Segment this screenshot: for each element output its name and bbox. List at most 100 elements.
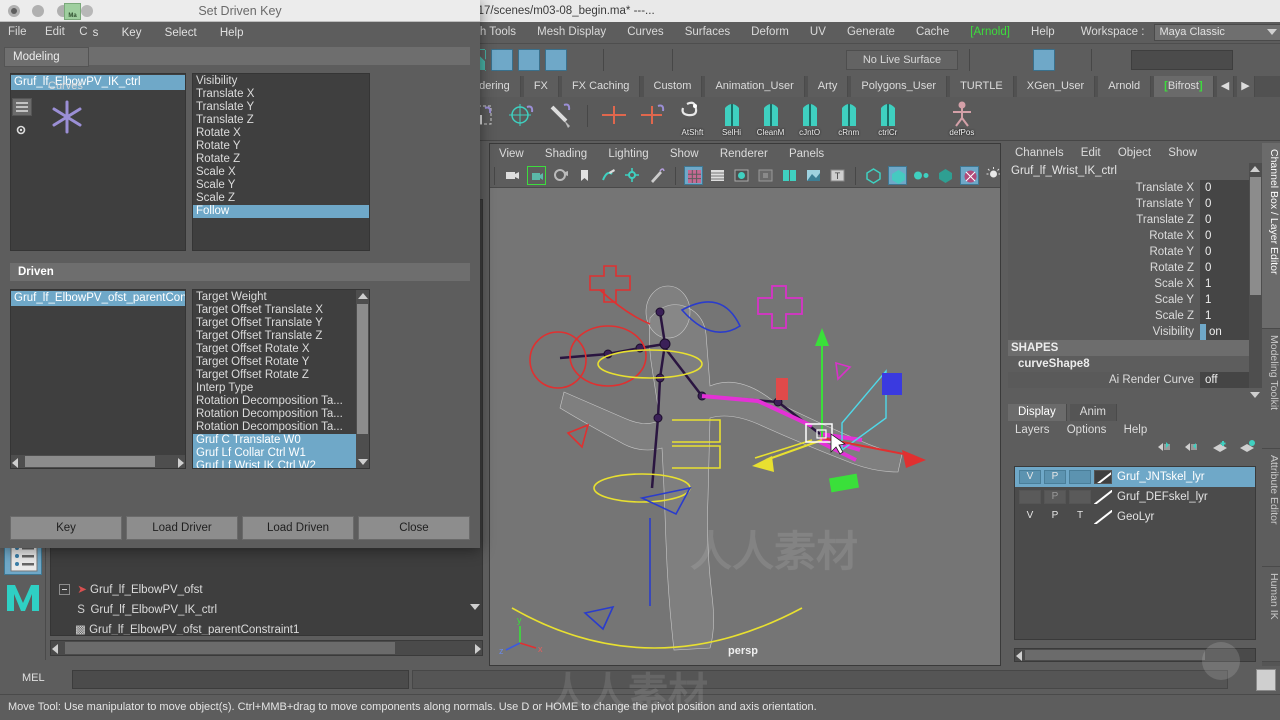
- shelf-button-cjnto[interactable]: cJntO: [793, 98, 827, 138]
- extra-window-icon[interactable]: [81, 5, 94, 17]
- menu-cache[interactable]: Cache: [907, 22, 958, 43]
- driven-attribute-list[interactable]: Target Weight Target Offset Translate X …: [192, 289, 370, 469]
- tab-display[interactable]: Display: [1008, 404, 1067, 421]
- numeric-input-field[interactable]: [1130, 50, 1233, 70]
- layer-row-1[interactable]: P Gruf_DEFskel_lyr: [1015, 487, 1255, 507]
- driver-attr-item[interactable]: Scale Y: [193, 179, 369, 192]
- two-d-pan-zoom-icon[interactable]: [623, 166, 642, 185]
- scroll-up-icon[interactable]: [356, 290, 369, 302]
- play-blast-icon[interactable]: [1202, 642, 1240, 680]
- outliner-row-2[interactable]: ▩ Gruf_lf_ElbowPV_ofst_parentConstraint1: [51, 620, 482, 635]
- scroll-down-icon[interactable]: [356, 456, 369, 468]
- shaded-textured-icon[interactable]: [780, 166, 799, 185]
- texture-display-icon[interactable]: [804, 166, 823, 185]
- scroll-left-icon[interactable]: [52, 642, 58, 656]
- layer-playback-toggle[interactable]: P: [1044, 470, 1066, 484]
- layer-type-toggle[interactable]: T: [1069, 510, 1091, 524]
- layer-row-0[interactable]: V P Gruf_JNTskel_lyr: [1015, 467, 1255, 487]
- menu-uv[interactable]: UV: [801, 22, 835, 43]
- shelf-tab-turtle[interactable]: TURTLE: [950, 76, 1014, 97]
- shelf-tab-animation-user[interactable]: Animation_User: [705, 76, 805, 97]
- menu-generate[interactable]: Generate: [838, 22, 904, 43]
- tab-anim[interactable]: Anim: [1069, 404, 1117, 421]
- xray-joints-icon[interactable]: [912, 166, 931, 185]
- driven-attr-vscrollbar[interactable]: [356, 290, 369, 468]
- shape-channel-row[interactable]: Ai Render Curve off: [1008, 372, 1262, 388]
- select-camera-icon[interactable]: [503, 166, 522, 185]
- layer-color-swatch[interactable]: [1094, 470, 1112, 484]
- paint-curve-icon[interactable]: [544, 98, 578, 138]
- select-by-hierarchy-icon[interactable]: [491, 49, 514, 71]
- shelf-tab-bifrost[interactable]: [Bifrost]: [1154, 76, 1214, 97]
- layer-type-toggle[interactable]: [1069, 490, 1091, 504]
- shelf-tab-polygons-user[interactable]: Polygons_User: [851, 76, 948, 97]
- mel-output-field[interactable]: [412, 670, 1228, 689]
- driven-node-hscrollbar[interactable]: [11, 455, 185, 468]
- channel-box-menu-object[interactable]: Object: [1111, 143, 1158, 163]
- select-by-component-icon[interactable]: [545, 49, 568, 71]
- outliner-row-1[interactable]: S Gruf_lf_ElbowPV_IK_ctrl: [51, 600, 482, 620]
- channel-row[interactable]: Rotate Z0: [1008, 260, 1262, 276]
- use-default-material-icon[interactable]: [756, 166, 775, 185]
- xray-display-icon[interactable]: [888, 166, 908, 185]
- driven-attr-item[interactable]: Rotation Decomposition Ta...: [193, 421, 356, 434]
- outliner-row-0[interactable]: ➤ Gruf_lf_ElbowPV_ofst: [51, 580, 482, 600]
- driven-attr-item[interactable]: Target Offset Rotate Z: [193, 369, 356, 382]
- camera-attributes-icon[interactable]: [527, 166, 547, 185]
- driver-attr-item[interactable]: Translate Y: [193, 101, 369, 114]
- render-view-icon[interactable]: [1101, 49, 1123, 71]
- construction-history-icon[interactable]: [1033, 49, 1056, 71]
- tab-human-ik[interactable]: Human IK: [1262, 567, 1280, 662]
- scroll-right-icon[interactable]: [475, 642, 481, 656]
- channel-row[interactable]: Scale Z1: [1008, 308, 1262, 324]
- scroll-up-icon[interactable]: [1250, 163, 1260, 175]
- tab-attribute-editor[interactable]: Attribute Editor: [1262, 449, 1280, 567]
- display-lights-icon[interactable]: T: [828, 166, 847, 185]
- scrollbar-thumb[interactable]: [357, 304, 368, 434]
- channel-box-menu-channels[interactable]: Channels: [1008, 143, 1071, 163]
- shelf-star-button[interactable]: [44, 96, 90, 140]
- new-layer-from-selected-icon[interactable]: [1238, 439, 1256, 458]
- mel-command-input[interactable]: [72, 670, 409, 689]
- move-layer-down-icon[interactable]: [1182, 439, 1200, 458]
- driven-attr-item-selected[interactable]: Gruf Lf Collar Ctrl W1: [193, 447, 356, 460]
- scroll-left-icon[interactable]: [12, 456, 18, 468]
- scrollbar-thumb[interactable]: [25, 456, 155, 467]
- new-layer-icon[interactable]: [1211, 439, 1229, 458]
- xray-active-components-icon[interactable]: [936, 166, 955, 185]
- channel-box-menu-show[interactable]: Show: [1161, 143, 1204, 163]
- shelf-scroll-left-icon[interactable]: ◀: [1216, 76, 1235, 97]
- layer-visibility-toggle[interactable]: [1019, 490, 1041, 504]
- menu-set-selector[interactable]: Modeling: [4, 47, 89, 67]
- viewport-menu-shading[interactable]: Shading: [536, 144, 596, 164]
- attach-curve-icon[interactable]: [505, 98, 539, 138]
- shadows-icon[interactable]: [864, 166, 883, 185]
- channel-row[interactable]: Rotate X0: [1008, 228, 1262, 244]
- shelf-button-cleanm[interactable]: CleanM: [754, 98, 788, 138]
- menu-create[interactable]: C: [75, 22, 91, 43]
- driver-attr-item[interactable]: Translate Z: [193, 114, 369, 127]
- light-toggle-icon[interactable]: [984, 166, 1000, 185]
- joint-tool-icon[interactable]: [597, 98, 631, 138]
- shelf-scroll-right-icon[interactable]: ▶: [1237, 76, 1255, 97]
- shelf-tab-custom[interactable]: Custom: [643, 76, 703, 97]
- driver-attr-item[interactable]: Translate X: [193, 88, 369, 101]
- output-connections-icon[interactable]: [1006, 49, 1028, 71]
- menu-deform[interactable]: Deform: [742, 22, 798, 43]
- snap-projectcurve-icon[interactable]: [763, 49, 785, 71]
- driven-attr-item[interactable]: Rotation Decomposition Ta...: [193, 408, 356, 421]
- expand-arrow-icon[interactable]: [1060, 49, 1082, 71]
- driver-attr-item[interactable]: Rotate X: [193, 127, 369, 140]
- snap-viewplane-icon[interactable]: [790, 49, 812, 71]
- channel-box-scrollbar[interactable]: [1249, 163, 1262, 398]
- driver-node-list[interactable]: Gruf_lf_ElbowPV_IK_ctrl: [10, 73, 186, 251]
- driver-attr-item[interactable]: Scale Z: [193, 192, 369, 205]
- smooth-shade-selected-icon[interactable]: [732, 166, 751, 185]
- snap-point-icon[interactable]: [736, 49, 758, 71]
- scrollbar-thumb[interactable]: [65, 642, 395, 654]
- shelf-tab-fx-caching[interactable]: FX Caching: [561, 76, 641, 97]
- driver-attr-item[interactable]: Scale X: [193, 166, 369, 179]
- menu-mesh-display[interactable]: Mesh Display: [528, 22, 615, 43]
- bookmark-icon[interactable]: [575, 166, 594, 185]
- help-question-icon[interactable]: [572, 49, 594, 71]
